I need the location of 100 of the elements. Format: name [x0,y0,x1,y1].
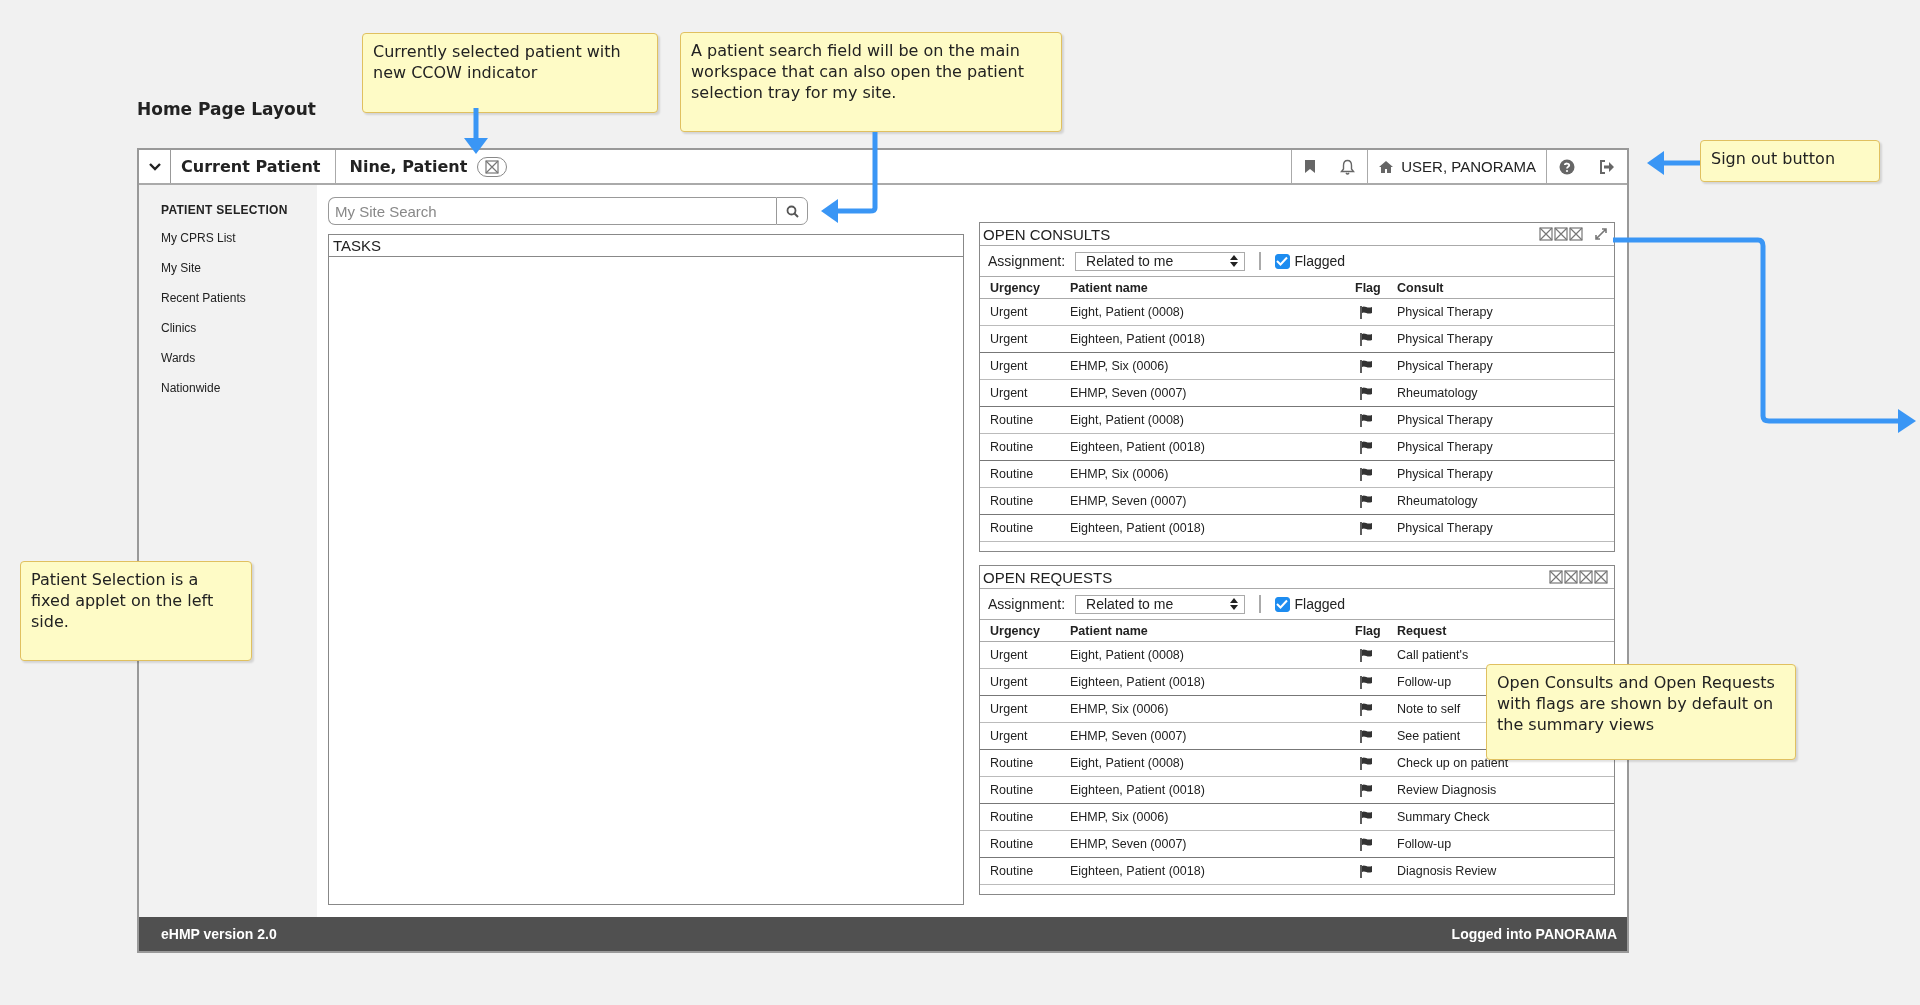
home-icon [1378,159,1395,174]
table-cell: Physical Therapy [1397,332,1493,346]
search-button[interactable] [776,197,808,225]
table-cell: EHMP, Six (0006) [1070,702,1169,716]
updown-caret-icon [1230,598,1239,610]
table-cell: Eighteen, Patient (0018) [1070,864,1205,878]
ccow-icon [485,159,500,174]
table-cell: Physical Therapy [1397,521,1493,535]
assignment-dropdown[interactable]: Related to me [1075,594,1246,614]
checkbox-label: Flagged [1294,253,1346,269]
assignment-label: Assignment: [988,253,1066,269]
sidebar-item[interactable]: My Site [161,261,201,275]
table-cell: Eight, Patient (0008) [1070,413,1184,427]
table-cell: Routine [990,467,1034,481]
search-field[interactable]: My Site Search [328,197,776,225]
panel-title: OPEN REQUESTS [983,568,1113,586]
table-cell: Routine [990,783,1034,797]
sidebar-heading: PATIENT SELECTION [161,203,288,217]
table-cell: Follow-up [1397,837,1452,851]
table-cell: Urgent [990,729,1028,743]
panel-title: OPEN CONSULTS [983,225,1111,243]
patient-name: Nine, Patient [348,157,469,176]
column-header: Flag [1355,280,1382,295]
version-label: eHMP version 2.0 [161,926,277,942]
window-control-button[interactable] [1579,570,1593,584]
table-cell: Eighteen, Patient (0018) [1070,783,1205,797]
sticky-note: Sign out button [1700,140,1880,182]
table-cell: Routine [990,440,1034,454]
table-cell: EHMP, Seven (0007) [1070,837,1187,851]
help-icon [1559,158,1575,175]
table-cell: Routine [990,837,1034,851]
expand-button[interactable] [1594,227,1608,241]
column-header: Request [1397,623,1448,638]
table-cell: Urgent [990,386,1028,400]
table-cell: Eighteen, Patient (0018) [1070,675,1205,689]
sidebar-item[interactable]: Wards [161,351,196,365]
column-header: Consult [1397,280,1445,295]
flagged-checkbox[interactable] [1274,253,1290,269]
table-cell: Rheumatology [1397,494,1478,508]
table-cell: Routine [990,413,1034,427]
arrow [1647,151,1700,175]
sidebar-item[interactable]: Recent Patients [161,291,246,305]
table-cell: EHMP, Six (0006) [1070,810,1169,824]
window-control-button[interactable] [1539,227,1553,241]
box-x-icon [1549,570,1563,584]
box-x-icon [1539,227,1553,241]
table-cell: Urgent [990,332,1028,346]
table-cell: Routine [990,494,1034,508]
table-cell: Eight, Patient (0008) [1070,756,1184,770]
search-icon [785,204,799,218]
window-control-button[interactable] [1569,227,1583,241]
table-cell: Eighteen, Patient (0018) [1070,521,1205,535]
sidebar-item[interactable]: Nationwide [161,381,221,395]
assignment-dropdown[interactable]: Related to me [1075,251,1246,271]
window-control-button[interactable] [1594,570,1608,584]
table-cell: EHMP, Seven (0007) [1070,729,1187,743]
box-x-icon [1594,570,1608,584]
table-cell: EHMP, Seven (0007) [1070,494,1187,508]
check-icon [1276,599,1289,609]
box-x-icon [1554,227,1568,241]
bookmark-icon [1304,159,1317,174]
table-cell: Diagnosis Review [1397,864,1497,878]
table-cell: Urgent [990,702,1028,716]
window-control-button[interactable] [1564,570,1578,584]
table-cell: Eighteen, Patient (0018) [1070,440,1205,454]
table-cell: EHMP, Six (0006) [1070,359,1169,373]
user-button[interactable]: USER, PANORAMA [1367,150,1547,183]
assignment-label: Assignment: [988,596,1066,612]
flagged-checkbox[interactable] [1274,596,1290,612]
sticky-note: Patient Selection is a fixed applet on the left side. [20,561,252,661]
sidebar-item[interactable]: Clinics [161,321,197,335]
sticky-note: Open Consults and Open Requests with flags are shown by default on the summary views [1486,664,1796,760]
sidebar-item[interactable]: My CPRS List [161,231,236,245]
table-cell: Physical Therapy [1397,413,1493,427]
table-cell: Routine [990,864,1034,878]
check-icon [1276,256,1289,266]
checkbox-label: Flagged [1294,596,1346,612]
chevron-down-icon [148,162,161,171]
table-cell: See patient [1397,729,1461,743]
table-cell: EHMP, Seven (0007) [1070,386,1187,400]
login-status: Logged into PANORAMA [1451,926,1617,942]
window-control-button[interactable] [1554,227,1568,241]
sign-out-icon [1599,159,1615,174]
column-header: Patient name [1070,280,1149,295]
table-cell: Urgent [990,648,1028,662]
table-cell: Call patient's [1397,648,1469,662]
table-cell: EHMP, Six (0006) [1070,467,1169,481]
box-x-icon [1569,227,1583,241]
table-cell: Eighteen, Patient (0018) [1070,332,1205,346]
table-cell: Review Diagnosis [1397,783,1497,797]
box-x-icon [1564,570,1578,584]
table-cell: Routine [990,810,1034,824]
page-title: Home Page Layout [137,99,316,119]
arrow [464,108,488,154]
table-cell: Summary Check [1397,810,1490,824]
table-cell: Physical Therapy [1397,359,1493,373]
table-cell: Urgent [990,675,1028,689]
window-control-button[interactable] [1549,570,1563,584]
box-x-icon [1579,570,1593,584]
table-cell: Routine [990,521,1034,535]
